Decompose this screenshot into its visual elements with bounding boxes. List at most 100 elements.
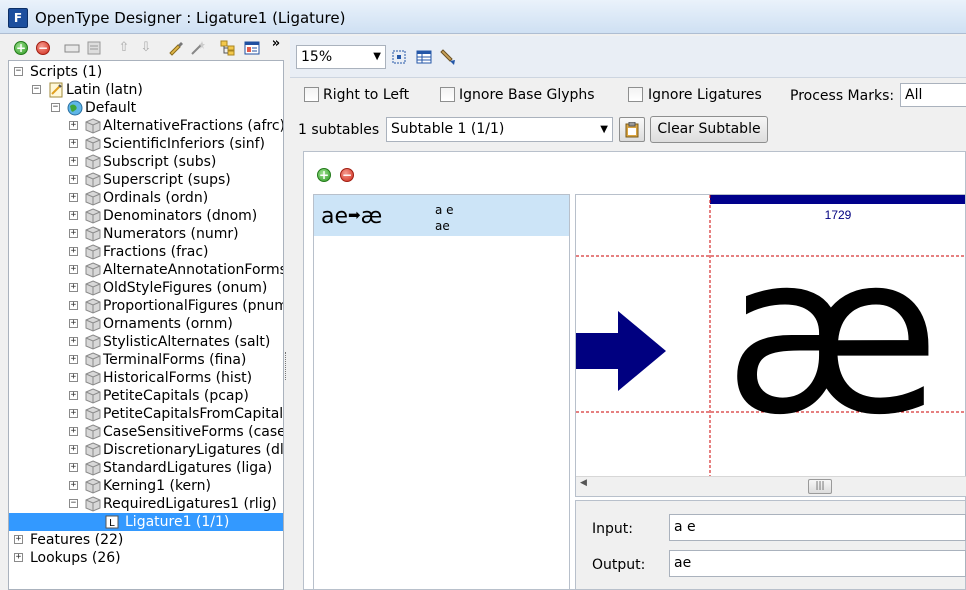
collapse-icon[interactable]: − (32, 85, 41, 94)
expand-icon[interactable]: + (69, 247, 78, 256)
cube-icon (85, 154, 101, 174)
expand-icon[interactable]: + (69, 463, 78, 472)
clear-subtable-button[interactable]: Clear Subtable (650, 116, 768, 143)
right-to-left-label[interactable]: Right to Left (323, 87, 409, 103)
collapse-icon[interactable]: − (51, 103, 60, 112)
input-label: Input: (592, 521, 633, 537)
input-field[interactable]: a e (669, 514, 966, 541)
tree-item-feature[interactable]: OldStyleFigures (onum) (103, 279, 267, 297)
expand-icon[interactable]: + (69, 193, 78, 202)
splitter-grip[interactable] (285, 352, 288, 380)
expand-icon[interactable]: + (69, 481, 78, 490)
tree-item-feature[interactable]: Ornaments (ornm) (103, 315, 233, 333)
tree-item-feature[interactable]: StylisticAlternates (salt) (103, 333, 270, 351)
collapse-icon[interactable]: − (69, 499, 78, 508)
expand-icon[interactable]: + (69, 139, 78, 148)
ignore-base-glyphs-checkbox[interactable] (440, 87, 455, 102)
rule-glyph-output: æ (360, 204, 383, 229)
tree-item-feature[interactable]: ScientificInferiors (sinf) (103, 135, 265, 153)
expand-icon[interactable]: + (14, 553, 23, 562)
preview-scrollbar[interactable] (576, 476, 966, 496)
expand-icon[interactable]: + (69, 391, 78, 400)
rule-glyph-preview: ae➡æ (321, 204, 382, 229)
zoom-select[interactable]: 15% ▼ (296, 45, 386, 69)
subtable-select[interactable]: Subtable 1 (1/1) ▼ (386, 117, 613, 142)
ignore-ligatures-checkbox[interactable] (628, 87, 643, 102)
tree-item-feature[interactable]: AlternateAnnotationForms (103, 261, 283, 279)
tree-item-feature[interactable]: Numerators (numr) (103, 225, 239, 243)
ignore-base-glyphs-label[interactable]: Ignore Base Glyphs (459, 87, 595, 103)
expand-icon[interactable]: + (69, 229, 78, 238)
properties-icon[interactable] (86, 40, 102, 56)
paste-button[interactable] (619, 117, 645, 142)
move-down-icon[interactable]: ⇩ (138, 40, 154, 56)
tree-item-feature[interactable]: CaseSensitiveForms (case) (103, 423, 283, 441)
scroll-left-icon[interactable]: ◀ (580, 478, 587, 488)
expand-icon[interactable]: + (69, 409, 78, 418)
expand-icon[interactable]: + (69, 175, 78, 184)
tree-item-feature[interactable]: Fractions (frac) (103, 243, 209, 261)
edit-icon[interactable] (168, 40, 184, 56)
feature-tree[interactable]: − Scripts (1) − Latin (latn) − Default + Altern… (8, 60, 284, 590)
tree-item-scripts[interactable]: Scripts (1) (30, 63, 102, 81)
expand-icon[interactable]: + (69, 427, 78, 436)
scroll-thumb[interactable]: ||| (808, 479, 832, 494)
cube-icon (85, 136, 101, 156)
cube-icon (85, 334, 101, 354)
tree-item-feature[interactable]: Denominators (dnom) (103, 207, 257, 225)
expand-icon[interactable]: + (69, 337, 78, 346)
tree-item-feature[interactable]: HistoricalForms (hist) (103, 369, 252, 387)
tree-item-feature[interactable]: Kerning1 (kern) (103, 477, 211, 495)
brush-icon[interactable] (440, 48, 456, 70)
tree-item-feature[interactable]: Superscript (sups) (103, 171, 231, 189)
remove-icon[interactable]: − (36, 41, 50, 55)
rule-list[interactable] (313, 194, 570, 590)
subtables-count: 1 subtables (298, 122, 380, 138)
wand-icon[interactable] (190, 40, 206, 56)
add-icon[interactable]: + (14, 41, 28, 55)
expand-icon[interactable]: + (69, 319, 78, 328)
expand-icon[interactable]: + (69, 373, 78, 382)
tree-item-feature[interactable]: PetiteCapitals (pcap) (103, 387, 249, 405)
rename-icon[interactable] (64, 40, 80, 56)
tree-item-feature[interactable]: PetiteCapitalsFromCapitals (103, 405, 283, 423)
glyph-preview[interactable]: 1729 æ (575, 194, 966, 497)
tree-item-default[interactable]: Default (85, 99, 136, 117)
right-to-left-checkbox[interactable] (304, 87, 319, 102)
add-rule-icon[interactable]: + (317, 168, 331, 182)
expand-icon[interactable]: + (69, 283, 78, 292)
window-title: OpenType Designer : Ligature1 (Ligature) (35, 9, 346, 27)
expand-icon[interactable]: + (69, 265, 78, 274)
more-icon[interactable]: » (268, 36, 284, 52)
expand-icon[interactable]: + (69, 301, 78, 310)
tree-item-feature[interactable]: DiscretionaryLigatures (dlig (103, 441, 283, 459)
expand-icon[interactable]: + (69, 211, 78, 220)
output-field[interactable]: ae (669, 550, 966, 577)
tree-item-feature[interactable]: StandardLigatures (liga) (103, 459, 272, 477)
hierarchy-icon[interactable] (220, 40, 236, 56)
expand-icon[interactable]: + (69, 157, 78, 166)
window-icon[interactable] (244, 40, 260, 56)
collapse-icon[interactable]: − (14, 67, 23, 76)
panel-splitter[interactable] (284, 36, 290, 590)
tree-item-ligature1[interactable]: Ligature1 (1/1) (125, 513, 229, 531)
process-marks-select[interactable]: All (900, 83, 966, 107)
expand-icon[interactable]: + (14, 535, 23, 544)
fit-icon[interactable] (391, 49, 407, 69)
tree-item-features[interactable]: Features (22) (30, 531, 123, 549)
tree-item-latin[interactable]: Latin (latn) (66, 81, 143, 99)
move-up-icon[interactable]: ⇧ (116, 40, 132, 56)
tree-item-feature[interactable]: RequiredLigatures1 (rlig) (103, 495, 277, 513)
tree-item-feature[interactable]: Subscript (subs) (103, 153, 216, 171)
tree-item-lookups[interactable]: Lookups (26) (30, 549, 121, 567)
expand-icon[interactable]: + (69, 445, 78, 454)
expand-icon[interactable]: + (69, 121, 78, 130)
expand-icon[interactable]: + (69, 355, 78, 364)
grid-icon[interactable] (416, 49, 432, 69)
tree-item-feature[interactable]: TerminalForms (fina) (103, 351, 246, 369)
tree-item-feature[interactable]: AlternativeFractions (afrc) (103, 117, 283, 135)
remove-rule-icon[interactable]: − (340, 168, 354, 182)
ignore-ligatures-label[interactable]: Ignore Ligatures (648, 87, 762, 103)
tree-item-feature[interactable]: ProportionalFigures (pnum (103, 297, 283, 315)
tree-item-feature[interactable]: Ordinals (ordn) (103, 189, 208, 207)
